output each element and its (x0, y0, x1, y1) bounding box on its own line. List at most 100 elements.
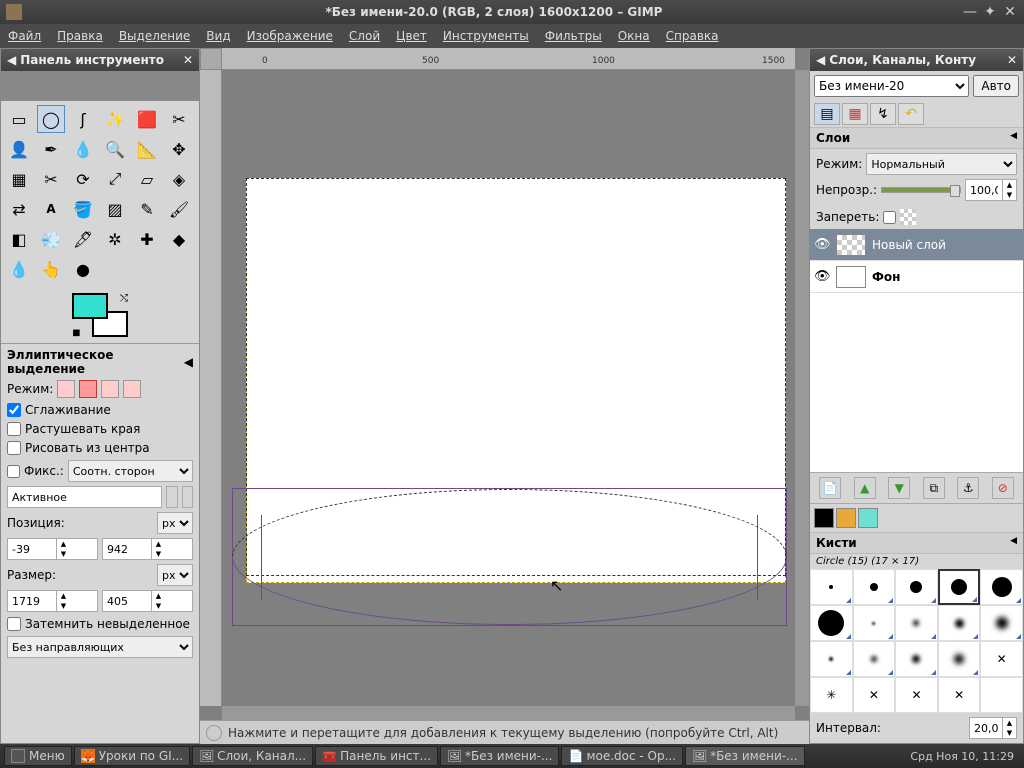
visibility-icon[interactable]: 👁 (814, 237, 830, 252)
fixed-combo[interactable]: Соотн. сторон (68, 460, 193, 482)
brush-item[interactable] (895, 605, 938, 641)
canvas-viewport[interactable]: ↖ (222, 70, 795, 706)
visibility-icon[interactable]: 👁 (814, 269, 830, 284)
reset-colors-icon[interactable]: ◾ (72, 325, 84, 337)
tool-paintbrush[interactable]: 🖌 (165, 195, 193, 223)
ruler-horizontal[interactable]: -500 0 500 1000 1500 (222, 48, 795, 70)
tool-fuzzy-select[interactable]: ✨ (101, 105, 129, 133)
layer-row[interactable]: 👁 Новый слой (810, 229, 1023, 261)
section-menu-icon[interactable]: ◀ (1010, 536, 1017, 550)
darken-checkbox[interactable] (7, 617, 21, 631)
menu-view[interactable]: Вид (206, 29, 230, 43)
tool-smudge[interactable]: 👆 (37, 255, 65, 283)
tool-foreground[interactable]: 👤 (5, 135, 33, 163)
tool-flip[interactable]: ⇄ (5, 195, 33, 223)
menu-image[interactable]: Изображение (247, 29, 333, 43)
mode-replace[interactable] (57, 380, 75, 398)
task-button[interactable]: 🖼*Без имени-... (440, 746, 559, 766)
tool-align[interactable]: ▦ (5, 165, 33, 193)
close-button[interactable]: ✕ (1002, 4, 1018, 20)
tool-free-select[interactable]: ʃ (69, 105, 97, 133)
tool-paths[interactable]: ✒ (37, 135, 65, 163)
tool-eraser[interactable]: ◧ (5, 225, 33, 253)
tool-ink[interactable]: 🖋 (69, 225, 97, 253)
tab-undo[interactable]: ↶ (898, 103, 924, 125)
mode-intersect[interactable] (123, 380, 141, 398)
tool-dodge[interactable]: ● (69, 255, 97, 283)
toolbox-close-icon[interactable]: ✕ (183, 53, 193, 67)
tool-heal[interactable]: ✚ (133, 225, 161, 253)
menu-layer[interactable]: Слой (349, 29, 380, 43)
scrollbar-horizontal[interactable] (222, 706, 795, 720)
task-button[interactable]: 🖼*Без имени-... (685, 746, 804, 766)
tool-pencil[interactable]: ✎ (133, 195, 161, 223)
scrollbar-vertical[interactable] (795, 70, 809, 706)
brush-item[interactable] (980, 677, 1023, 713)
tool-scale[interactable]: ⤢ (101, 165, 129, 193)
brush-item[interactable] (895, 641, 938, 677)
layer-thumb[interactable] (836, 266, 866, 288)
ruler-corner[interactable] (200, 48, 222, 70)
color-swatch-cyan[interactable] (858, 508, 878, 528)
brush-item[interactable]: ✕ (895, 677, 938, 713)
tab-channels[interactable]: ▦ (842, 103, 868, 125)
lock-pixels[interactable] (883, 211, 896, 224)
size-h-input[interactable] (103, 591, 151, 611)
menu-color[interactable]: Цвет (396, 29, 427, 43)
tool-text[interactable]: A (37, 195, 65, 223)
portrait-button[interactable] (166, 486, 178, 508)
anchor-layer-button[interactable]: ⚓ (957, 477, 979, 499)
section-menu-icon[interactable]: ◀ (1010, 131, 1017, 145)
brush-item[interactable] (938, 605, 981, 641)
pos-x-input[interactable] (8, 539, 56, 559)
tool-airbrush[interactable]: 💨 (37, 225, 65, 253)
opacity-input[interactable] (966, 180, 1002, 200)
lock-alpha-icon[interactable] (900, 209, 916, 225)
layers-dock-title[interactable]: ◀ Слои, Каналы, Конту ✕ (810, 49, 1023, 71)
opacity-slider[interactable] (881, 187, 961, 193)
task-button[interactable]: 🧰Панель инст... (315, 746, 438, 766)
clock[interactable]: Срд Ноя 10, 11:29 (904, 750, 1020, 763)
menu-select[interactable]: Выделение (119, 29, 190, 43)
task-button[interactable]: 🦊Уроки по GI... (74, 746, 190, 766)
tool-move[interactable]: ✥ (165, 135, 193, 163)
tool-perspective[interactable]: ◈ (165, 165, 193, 193)
antialias-checkbox[interactable] (7, 403, 21, 417)
brush-item[interactable] (853, 569, 896, 605)
lower-layer-button[interactable]: ▼ (888, 477, 910, 499)
brush-item[interactable] (810, 605, 853, 641)
dock-arrow-icon[interactable]: ◀ (184, 355, 193, 369)
new-layer-button[interactable]: 📄 (819, 477, 841, 499)
tool-perspective-clone[interactable]: ◆ (165, 225, 193, 253)
foreground-color[interactable] (72, 293, 108, 319)
brush-item[interactable] (810, 641, 853, 677)
maximize-button[interactable]: ✦ (982, 4, 998, 20)
tool-by-color[interactable]: 🟥 (133, 105, 161, 133)
tool-eyedropper[interactable]: 💧 (69, 135, 97, 163)
brush-item[interactable] (980, 569, 1023, 605)
layer-name[interactable]: Фон (872, 270, 900, 284)
brush-item[interactable]: ✕ (980, 641, 1023, 677)
mode-subtract[interactable] (101, 380, 119, 398)
minimize-button[interactable]: — (962, 4, 978, 20)
brush-item[interactable] (980, 605, 1023, 641)
brush-item[interactable] (853, 605, 896, 641)
from-center-checkbox[interactable] (7, 441, 21, 455)
image-selector[interactable]: Без имени-20 (814, 75, 969, 97)
guides-combo[interactable]: Без направляющих (7, 636, 193, 658)
menu-help[interactable]: Справка (666, 29, 719, 43)
tool-zoom[interactable]: 🔍 (101, 135, 129, 163)
pos-y-input[interactable] (103, 539, 151, 559)
tab-layers[interactable]: ▤ (814, 103, 840, 125)
brush-item[interactable]: ✕ (938, 677, 981, 713)
menu-windows[interactable]: Окна (618, 29, 650, 43)
brush-item[interactable] (938, 569, 981, 605)
tool-measure[interactable]: 📐 (133, 135, 161, 163)
ruler-vertical[interactable] (200, 70, 222, 706)
blend-mode-combo[interactable]: Нормальный (866, 153, 1017, 175)
tool-bucket[interactable]: 🪣 (69, 195, 97, 223)
layer-thumb[interactable] (836, 234, 866, 256)
brush-item[interactable]: ✕ (853, 677, 896, 713)
interval-input[interactable] (970, 718, 1002, 738)
tool-gradient[interactable]: ▨ (101, 195, 129, 223)
